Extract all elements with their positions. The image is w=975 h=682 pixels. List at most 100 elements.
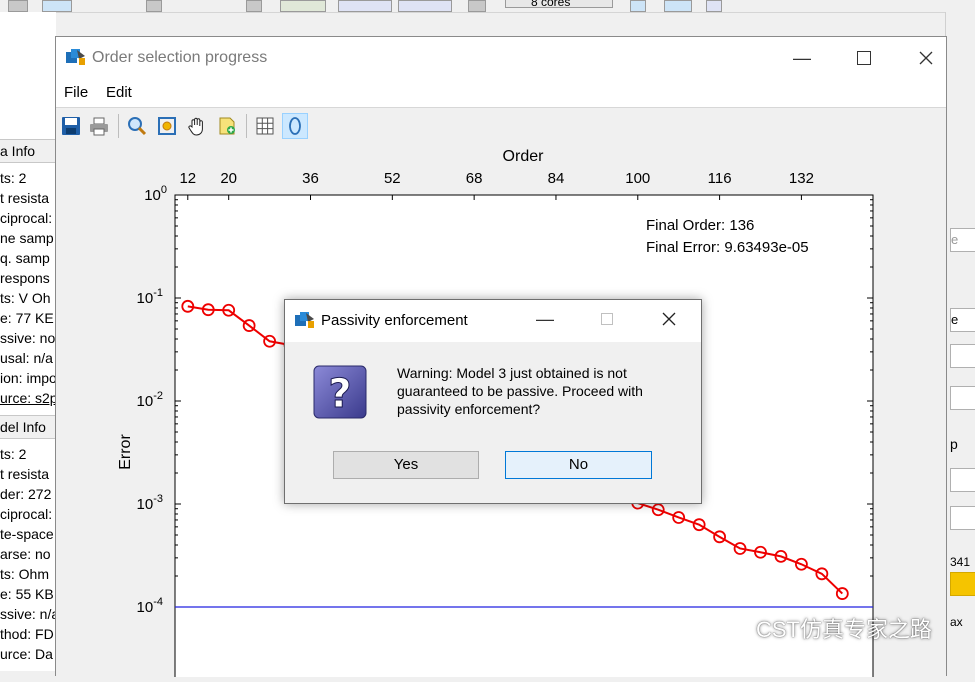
yes-button[interactable]: Yes <box>333 451 479 479</box>
background-info-panel: a Info ts: 2 t resista ciprocal: ne samp… <box>0 12 56 671</box>
bg-label: p <box>950 436 958 452</box>
y-tick-label: 10-3 <box>137 493 163 513</box>
info-line: t resista <box>0 466 50 482</box>
zoom-button[interactable] <box>124 113 150 139</box>
x-tick-label: 84 <box>548 170 565 187</box>
dialog-maximize-button <box>593 306 621 332</box>
question-icon: ? <box>313 365 367 419</box>
info-line: ciprocal: <box>0 210 53 226</box>
info-line: ion: impo <box>0 370 56 386</box>
bg-tool-icon[interactable] <box>146 0 162 12</box>
window-titlebar[interactable]: Order selection progress — <box>56 37 946 79</box>
info-line: ssive: n/a <box>0 606 56 622</box>
print-icon <box>90 117 108 136</box>
toolbar-separator <box>246 114 247 138</box>
info-line: e: 77 KE <box>0 310 54 326</box>
save-button[interactable] <box>58 113 84 139</box>
menu-edit[interactable]: Edit <box>106 84 132 101</box>
info-line: q. samp <box>0 250 50 266</box>
info-line: respons <box>0 270 50 286</box>
background-right-panel: e e p 341 ax <box>945 12 975 671</box>
plot-toolbar <box>56 108 946 146</box>
bg-select-tool-icon[interactable] <box>42 0 72 12</box>
bg-label: 341 <box>950 555 971 569</box>
dialog-close-button[interactable] <box>655 306 683 332</box>
bg-tool-icon[interactable] <box>664 0 692 12</box>
info-line: te-space <box>0 526 54 542</box>
background-toolbar: 8 cores <box>0 0 975 13</box>
info-line: thod: FD <box>0 626 54 642</box>
dialog-minimize-button[interactable]: — <box>531 306 559 332</box>
bg-tool-icon[interactable] <box>630 0 646 12</box>
bg-tool-icon[interactable] <box>8 0 28 12</box>
grid-icon <box>256 117 274 135</box>
bg-tool-icon[interactable] <box>338 0 392 12</box>
watermark-text: CST仿真专家之路 <box>756 617 933 642</box>
minimize-button[interactable]: — <box>788 45 816 71</box>
x-tick-label: 20 <box>220 170 237 187</box>
zoom-fit-button[interactable] <box>154 113 180 139</box>
ellipse-button[interactable] <box>282 113 308 139</box>
maximize-button[interactable] <box>850 45 878 71</box>
zoom-fit-icon <box>158 117 176 135</box>
bg-tool-icon[interactable] <box>398 0 452 12</box>
info-line: der: 272 <box>0 486 52 502</box>
final-order-annotation: Final Order: 136 <box>646 217 754 234</box>
print-button[interactable] <box>86 113 112 139</box>
bg-tool-icon[interactable] <box>706 0 722 12</box>
info-line: usal: n/a <box>0 350 53 366</box>
x-tick-label: 52 <box>384 170 401 187</box>
y-tick-label: 10-1 <box>137 287 163 307</box>
data-cursor-button[interactable] <box>214 113 240 139</box>
no-button[interactable]: No <box>505 451 652 479</box>
info-line: ts: 2 <box>0 170 27 186</box>
maximize-icon <box>601 313 613 325</box>
x-axis-label: Order <box>503 148 545 165</box>
data-cursor-icon <box>219 117 235 135</box>
bg-dropdown[interactable] <box>950 468 975 492</box>
watermark: CST仿真专家之路 <box>710 612 932 644</box>
info-link[interactable]: urce: s2p <box>0 388 56 408</box>
final-error-annotation: Final Error: 9.63493e-05 <box>646 239 809 256</box>
menu-file[interactable]: File <box>64 84 88 101</box>
bg-label: ax <box>950 615 963 629</box>
info-line: arse: no <box>0 546 51 562</box>
toolbar-separator <box>118 114 119 138</box>
svg-text:?: ? <box>328 371 351 417</box>
x-tick-label: 116 <box>708 170 732 187</box>
info-line: ts: V Oh <box>0 290 51 306</box>
bg-dropdown[interactable] <box>950 386 975 410</box>
close-button[interactable] <box>912 45 940 71</box>
bg-dropdown[interactable] <box>950 344 975 368</box>
zoom-icon <box>128 117 147 136</box>
info-line: ssive: no <box>0 330 56 346</box>
pan-button[interactable] <box>184 113 210 139</box>
bg-dropdown[interactable] <box>950 506 975 530</box>
bg-field[interactable]: e <box>950 228 975 252</box>
data-info-header[interactable]: a Info <box>0 139 56 163</box>
bg-tool-icon[interactable] <box>280 0 326 12</box>
close-icon <box>919 51 933 65</box>
window-title: Order selection progress <box>92 49 268 66</box>
info-line: ne samp <box>0 230 54 246</box>
x-tick-label: 68 <box>466 170 483 187</box>
info-line: ciprocal: <box>0 506 53 522</box>
bg-tool-icon[interactable] <box>246 0 262 12</box>
y-tick-label: 100 <box>144 184 167 204</box>
dialog-titlebar[interactable]: Passivity enforcement — <box>285 300 701 342</box>
info-line: e: 55 KB <box>0 586 54 602</box>
model-info-header[interactable]: del Info <box>0 415 56 439</box>
wechat-logo <box>711 615 748 642</box>
bg-tool-icon[interactable] <box>468 0 486 12</box>
app-icon <box>66 49 85 65</box>
cores-select[interactable]: 8 cores <box>505 0 613 9</box>
y-tick-label: 10-4 <box>137 596 163 616</box>
info-line: t resista <box>0 190 50 206</box>
bg-button[interactable] <box>950 572 975 596</box>
x-tick-label: 100 <box>625 170 650 187</box>
app-icon <box>295 312 314 328</box>
y-axis-label: Error <box>117 434 134 470</box>
grid-button[interactable] <box>252 113 278 139</box>
bg-tool-icon[interactable] <box>80 0 128 12</box>
bg-field[interactable]: e <box>950 308 975 332</box>
